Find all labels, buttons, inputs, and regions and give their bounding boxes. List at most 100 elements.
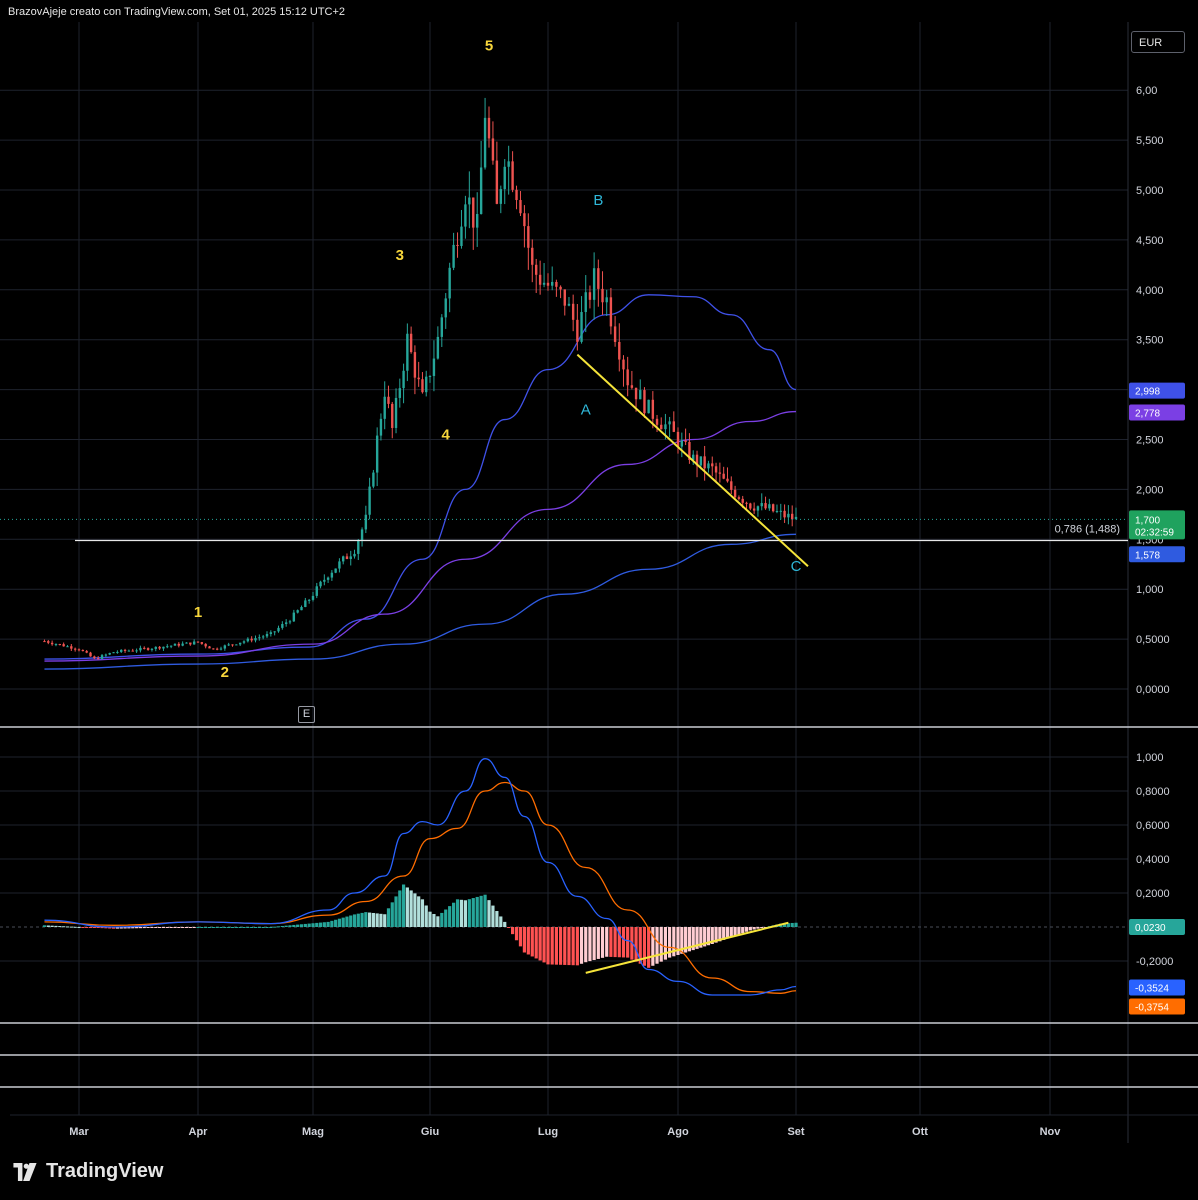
candle-body [315, 586, 318, 596]
candle-body [538, 274, 542, 285]
candle-body [231, 644, 234, 646]
macd-histogram-bar [511, 927, 515, 935]
candle-body [311, 595, 315, 600]
candle-body [300, 607, 303, 611]
moving-averages [44, 294, 797, 670]
candle-body [745, 502, 748, 504]
macd-histogram-bar [334, 919, 338, 927]
macd-histogram-bar [558, 927, 563, 965]
macd-histogram-bar [752, 927, 756, 930]
macd-histogram-bar [748, 927, 752, 931]
candle-body [368, 486, 371, 515]
candle-body [413, 352, 417, 378]
candle-body [456, 244, 459, 246]
macd-histogram-bar [253, 927, 258, 928]
candle-body [523, 213, 526, 227]
macd-histogram-bar [514, 927, 519, 941]
x-tick-label: Ago [667, 1126, 689, 1138]
overlays: 0,786 (1,488) 1 2 3 4 5 A B C [0, 37, 1128, 681]
candle-body [375, 435, 379, 473]
candle-body [307, 599, 311, 601]
price-tick-label: 2,500 [1136, 435, 1164, 447]
macd-histogram-bar [181, 927, 185, 928]
candle-body [559, 286, 562, 290]
candle-body [238, 642, 242, 645]
macd-histogram-bar [204, 927, 208, 928]
macd-histogram-bar [471, 898, 475, 927]
macd-histogram-bar [230, 927, 235, 928]
candle-body [58, 644, 62, 646]
candle-body [618, 341, 621, 360]
candle-body [487, 117, 491, 139]
candle-body [421, 379, 424, 393]
macd-signal-line [44, 781, 797, 994]
candle-body [326, 577, 330, 580]
candle-body [555, 281, 558, 287]
candle-body [790, 513, 794, 520]
macd-histogram-bar [571, 927, 575, 966]
candle-body [258, 637, 261, 639]
macd-histogram-bar [288, 925, 292, 927]
candlestick-series [43, 97, 798, 660]
candle-body [597, 268, 600, 289]
macd-histogram-bar [73, 926, 77, 928]
candle-body [173, 643, 177, 646]
macd-histogram-bar [386, 908, 391, 927]
macd-histogram-bar [322, 922, 326, 927]
macd-histogram-bar [405, 887, 409, 927]
macd-histogram-bar [250, 927, 254, 928]
earnings-marker[interactable]: E [298, 706, 315, 723]
candle-body [319, 581, 322, 587]
macd-histogram-bar [409, 890, 413, 927]
price-tick-label: 4,000 [1136, 285, 1164, 297]
macd-histogram-bar [467, 899, 471, 927]
candle-body [281, 624, 284, 628]
ma-mid-value-badge: 2,778 [1135, 409, 1160, 420]
candle-body [563, 289, 566, 306]
candle-body [515, 189, 518, 201]
axes: Mar Apr Mag Giu Lug Ago Set Ott Nov 0,0000 0,5000 1… [69, 85, 1173, 1138]
macd-histogram-bar [138, 927, 143, 929]
candle-body [85, 651, 88, 653]
candle-body [135, 650, 138, 652]
moving-average-line [44, 410, 797, 662]
macd-histogram-bar [368, 912, 372, 927]
macd-histogram-bar [364, 912, 368, 927]
macd-histogram-bar [234, 927, 238, 928]
x-tick-label: Apr [189, 1126, 209, 1138]
macd-histogram-bar [420, 899, 425, 927]
candle-body [200, 642, 204, 644]
candle-body [783, 510, 786, 518]
histogram-value-badge: 0,0230 [1135, 923, 1166, 934]
macd-histogram-bar [161, 927, 166, 928]
currency-button[interactable]: EUR [1131, 31, 1185, 53]
candle-body [334, 568, 337, 573]
tradingview-brand[interactable]: TradingView [10, 1160, 163, 1183]
macd-histogram-bar [534, 927, 538, 959]
candle-body [162, 646, 165, 649]
candle-body [588, 292, 592, 300]
candle-body [601, 288, 604, 303]
candle-body [519, 200, 522, 214]
candle-body [189, 642, 192, 645]
candle-body [235, 644, 238, 646]
candle-body [592, 268, 596, 300]
candle-body [664, 424, 667, 430]
candle-body [495, 160, 499, 204]
candle-body [277, 627, 280, 632]
candle-body [208, 646, 211, 649]
candle-body [127, 650, 131, 652]
macd-histogram-bar [483, 894, 487, 927]
candle-body [756, 506, 760, 511]
candle-body [261, 636, 265, 638]
macd-histogram-bar [794, 922, 798, 927]
candle-body [150, 648, 154, 650]
candle-body [771, 504, 775, 512]
macd-histogram-bar [134, 927, 139, 929]
candle-body [703, 456, 706, 469]
macd-histogram-bar [546, 927, 550, 965]
candle-body [181, 643, 184, 646]
fibonacci-level-label: 0,786 (1,488) [1055, 523, 1120, 535]
candle-body [223, 645, 227, 649]
macd-histogram-bar [223, 927, 227, 928]
